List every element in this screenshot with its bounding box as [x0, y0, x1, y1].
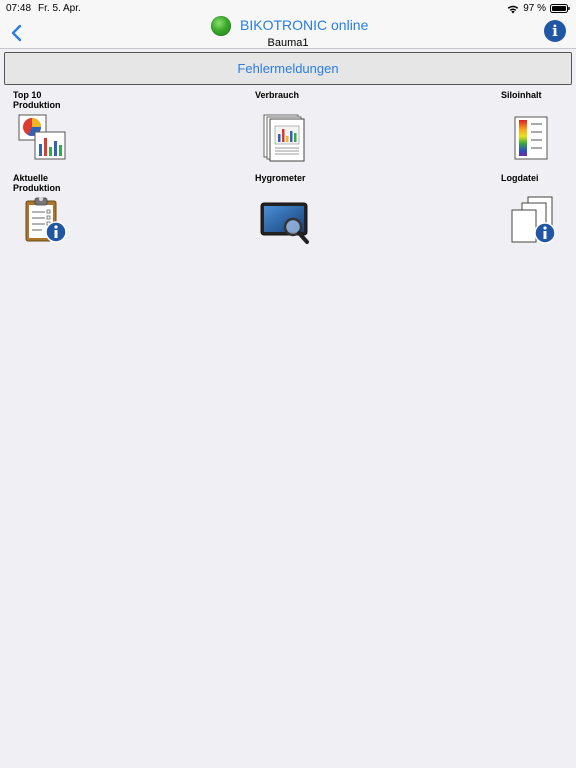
status-date: Fr. 5. Apr.: [38, 3, 81, 14]
tile-consumption[interactable]: Verbrauch: [228, 88, 348, 168]
tile-label: Aktuelle Produktion: [13, 173, 61, 193]
status-bar: 07:48 Fr. 5. Apr. 97 %: [0, 0, 576, 15]
navigation-bar: BIKOTRONIC online Bauma1 i: [0, 15, 576, 49]
tablet-magnifier-icon: [260, 202, 309, 244]
status-indicators: 97 %: [507, 1, 570, 16]
status-time: 07:48: [6, 3, 32, 14]
color-scale-icon: [514, 116, 548, 160]
info-icon: i: [552, 22, 558, 40]
tile-logfile[interactable]: Logdatei: [448, 171, 568, 251]
error-messages-button[interactable]: Fehlermeldungen: [4, 52, 572, 85]
connection-status-led: [211, 16, 231, 36]
battery-icon: [550, 4, 570, 13]
tile-label: Siloinhalt: [501, 90, 542, 100]
documents-info-icon: [511, 196, 556, 244]
tile-silo-content[interactable]: Siloinhalt: [448, 88, 568, 168]
battery-percent: 97 %: [523, 3, 546, 14]
wifi-icon: [508, 5, 519, 13]
tile-label: Hygrometer: [255, 173, 306, 183]
charts-icon: [18, 114, 66, 160]
page-title: BIKOTRONIC online: [240, 17, 369, 33]
tile-hygrometer[interactable]: Hygrometer: [228, 171, 348, 251]
page-subtitle: Bauma1: [267, 37, 309, 49]
tile-label: Top 10 Produktion: [13, 90, 61, 110]
tile-label: Verbrauch: [255, 90, 300, 100]
tile-top10-production[interactable]: Top 10 Produktion: [8, 88, 128, 168]
info-button[interactable]: i: [544, 20, 566, 42]
tile-label: Logdatei: [501, 173, 539, 183]
tile-current-production[interactable]: Aktuelle Produktion: [8, 171, 128, 251]
report-icon: [263, 114, 305, 162]
clipboard-info-icon: [25, 197, 67, 243]
